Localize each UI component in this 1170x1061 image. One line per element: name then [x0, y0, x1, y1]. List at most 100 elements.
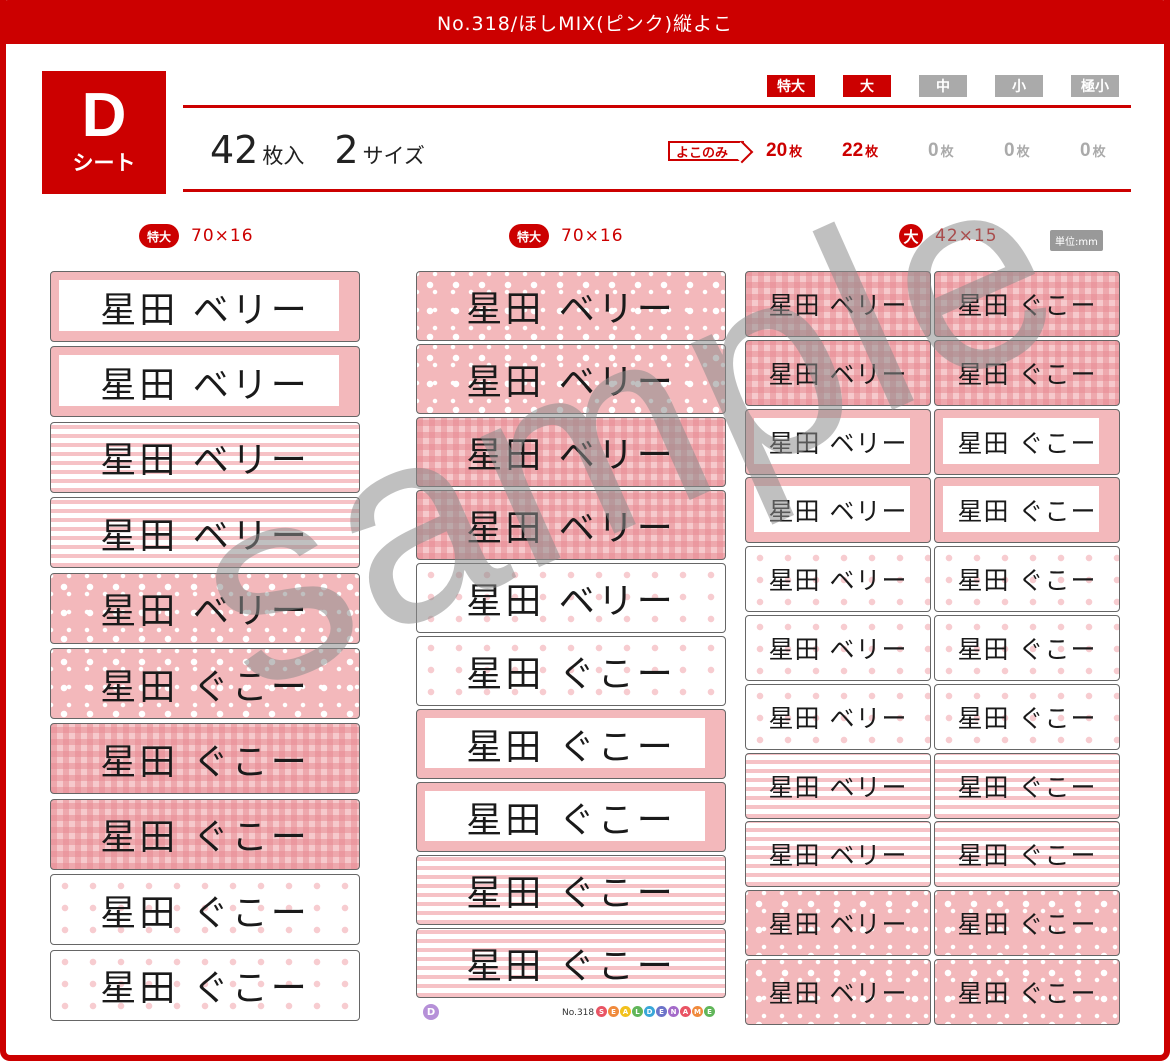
label-name-text: 星田 ぐこー [957, 291, 1097, 320]
label-name-text: 星田 ぐこー [957, 497, 1097, 527]
size-count-value: 2 [334, 128, 359, 172]
name-label: 星田 ベリー [50, 497, 360, 569]
column-header-2: 特大 70×16 [509, 224, 624, 248]
brand-letter: E [608, 1006, 619, 1017]
label-name-text: 星田 ベリー [768, 359, 908, 389]
brand-letter: A [620, 1006, 631, 1017]
size-count-dai: 22 枚 [842, 140, 879, 161]
name-label: 星田 ベリー [745, 271, 931, 337]
name-label: 星田 ぐこー [50, 798, 360, 870]
name-label: 星田 ぐこー [416, 636, 726, 706]
label-name-text: 星田 ぐこー [466, 873, 676, 914]
name-label: 星田 ベリー [416, 417, 726, 487]
size-pill: 特大 [509, 224, 550, 248]
brand-letter: S [596, 1006, 607, 1017]
size-count-sho: 0枚 [1004, 140, 1030, 161]
name-label: 星田 ぐこー [416, 928, 726, 998]
name-label: 星田 ぐこー [416, 782, 726, 852]
label-name-text: 星田 ベリー [100, 591, 310, 633]
name-label: 星田 ぐこー [934, 821, 1120, 888]
size-count-tokudai: 20 枚 [766, 140, 803, 161]
name-label: 星田 ベリー [416, 271, 726, 341]
label-name-text: 星田 ベリー [768, 428, 908, 458]
name-label: 星田 ぐこー [934, 546, 1120, 613]
sheet-label: シート [72, 151, 136, 175]
sheet-letter: D [81, 81, 127, 150]
label-name-text: 星田 ぐこー [957, 703, 1097, 733]
label-name-text: 星田 ぐこー [957, 428, 1097, 458]
sheet-count-unit: 枚入 [262, 144, 305, 168]
label-dimensions: 70×16 [561, 226, 624, 246]
label-dimensions: 42×15 [935, 226, 998, 246]
sheet-count-value: 42 [210, 128, 259, 172]
size-tag-tokudai: 特大 [767, 75, 815, 97]
label-name-text: 星田 ベリー [768, 772, 908, 802]
size-tag-gokusho: 極小 [1071, 75, 1119, 97]
brand-letter: N [668, 1006, 679, 1017]
label-name-text: 星田 ベリー [466, 435, 676, 476]
name-label: 星田 ベリー [416, 563, 726, 633]
column-header-3: 大 42×15 [899, 224, 998, 248]
brand-letter: E [704, 1006, 715, 1017]
size-count-unit: サイズ [362, 144, 425, 168]
brand-letter: L [632, 1006, 643, 1017]
unit-badge: 単位:mm [1050, 230, 1103, 251]
label-name-text: 星田 ベリー [466, 581, 676, 622]
size-tag-chu: 中 [919, 75, 967, 97]
name-label: 星田 ベリー [416, 344, 726, 414]
name-label: 星田 ベリー [50, 572, 360, 644]
label-name-text: 星田 ベリー [768, 291, 908, 320]
name-label: 星田 ベリー [745, 752, 931, 819]
label-name-text: 星田 ぐこー [957, 566, 1097, 596]
label-name-text: 星田 ぐこー [466, 946, 676, 987]
label-name-text: 星田 ベリー [100, 289, 310, 331]
label-name-text: 星田 ぐこー [466, 800, 676, 841]
size-pill: 大 [899, 224, 923, 248]
name-label: 星田 ぐこー [50, 874, 360, 946]
label-name-text: 星田 ぐこー [957, 979, 1097, 1008]
label-name-text: 星田 ベリー [768, 841, 908, 871]
name-label: 星田 ベリー [50, 346, 360, 418]
brand-letter: A [680, 1006, 691, 1017]
name-label: 星田 ベリー [745, 339, 931, 406]
name-label: 星田 ぐこー [934, 752, 1120, 819]
label-name-text: 星田 ぐこー [100, 968, 310, 1010]
name-label: 星田 ぐこー [934, 271, 1120, 337]
brand-letter: D [644, 1006, 655, 1017]
label-name-text: 星田 ぐこー [957, 359, 1097, 389]
label-name-text: 星田 ベリー [768, 497, 908, 527]
size-pill: 特大 [139, 224, 180, 248]
size-tag-dai: 大 [843, 75, 891, 97]
size-count-gokusho: 0枚 [1080, 140, 1106, 161]
name-label: 星田 ベリー [745, 683, 931, 750]
name-label: 星田 ベリー [745, 959, 931, 1025]
name-label: 星田 ぐこー [416, 855, 726, 925]
size-tag-sho: 小 [995, 75, 1043, 97]
brand-letter: E [656, 1006, 667, 1017]
name-label: 星田 ベリー [745, 890, 931, 957]
footer-brand-logo: SEALDENAME [596, 1006, 715, 1017]
label-name-text: 星田 ぐこー [466, 727, 676, 768]
brand-letter: M [692, 1006, 703, 1017]
name-label: 星田 ぐこー [934, 477, 1120, 544]
name-label: 星田 ベリー [745, 546, 931, 613]
label-name-text: 星田 ベリー [466, 289, 676, 330]
label-name-text: 星田 ベリー [768, 635, 908, 664]
name-label: 星田 ベリー [745, 477, 931, 544]
name-label: 星田 ベリー [416, 490, 726, 560]
name-label: 星田 ぐこー [934, 339, 1120, 406]
label-name-text: 星田 ぐこー [957, 841, 1097, 871]
label-name-text: 星田 ぐこー [100, 817, 310, 859]
label-dimensions: 70×16 [191, 226, 254, 246]
label-name-text: 星田 ぐこー [957, 635, 1097, 664]
name-label: 星田 ぐこー [50, 648, 360, 719]
header-divider-top [183, 105, 1131, 108]
label-name-text: 星田 ぐこー [466, 654, 676, 695]
page-title: No.318/ほしMIX(ピンク)縦よこ [0, 0, 1170, 44]
label-name-text: 星田 ベリー [768, 566, 908, 596]
name-label: 星田 ベリー [50, 271, 360, 342]
sheet-type-badge: D シート [42, 71, 166, 194]
name-label: 星田 ぐこー [50, 949, 360, 1021]
header-divider-bottom [183, 189, 1131, 192]
name-label: 星田 ぐこー [934, 408, 1120, 475]
